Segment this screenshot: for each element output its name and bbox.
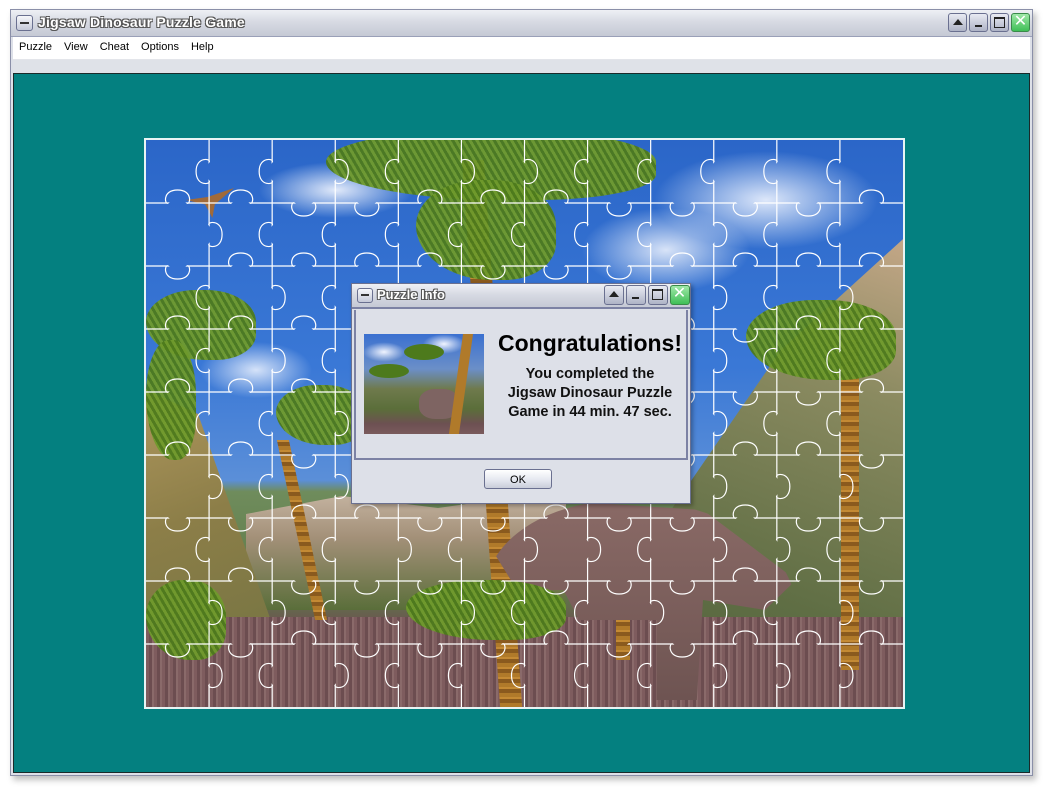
- vertical-cut-line: [826, 140, 854, 707]
- close-button[interactable]: ✕: [1011, 13, 1030, 32]
- menu-view[interactable]: View: [58, 37, 94, 59]
- menu-cheat[interactable]: Cheat: [94, 37, 135, 59]
- ok-button[interactable]: OK: [484, 469, 552, 489]
- window-menu-icon[interactable]: [357, 288, 373, 303]
- rollup-button[interactable]: [948, 13, 967, 32]
- thumb-frond: [369, 364, 409, 378]
- maximize-button[interactable]: [990, 13, 1009, 32]
- vertical-cut-line: [321, 140, 349, 707]
- close-x-icon: ✕: [672, 285, 687, 302]
- message-line: Jigsaw Dinosaur Puzzle: [507, 385, 673, 401]
- puzzle-thumbnail: [364, 334, 484, 434]
- minimize-icon: [975, 25, 982, 27]
- vertical-cut-line: [195, 140, 223, 707]
- menu-bar: Puzzle View Cheat Options Help: [13, 37, 1030, 60]
- maximize-icon: [994, 17, 1005, 28]
- triangle-up-icon: [609, 291, 619, 297]
- dialog-maximize-button[interactable]: [648, 285, 668, 305]
- vertical-cut-line: [258, 140, 286, 707]
- menu-puzzle[interactable]: Puzzle: [13, 37, 58, 59]
- toolbar-strip: [13, 60, 1030, 73]
- thumb-frond: [404, 344, 444, 360]
- dialog-minimize-button[interactable]: [626, 285, 646, 305]
- dialog-title-bar[interactable]: Puzzle Info ✕: [352, 284, 690, 309]
- dialog-close-button[interactable]: ✕: [670, 285, 690, 305]
- menu-options[interactable]: Options: [135, 37, 185, 59]
- message-line: Game in 44 min. 47 sec.: [508, 404, 672, 420]
- message-line: You completed the: [525, 366, 655, 382]
- vertical-cut-line: [763, 140, 791, 707]
- close-x-icon: ✕: [1013, 13, 1028, 30]
- congratulations-heading: Congratulations!: [498, 330, 682, 356]
- dialog-title: Puzzle Info: [377, 287, 445, 302]
- dialog-rollup-button[interactable]: [604, 285, 624, 305]
- window-menu-icon[interactable]: [16, 15, 33, 31]
- dialog-body: Congratulations! You completed the Jigsa…: [354, 310, 688, 460]
- completion-message: You completed the Jigsaw Dinosaur Puzzle…: [490, 365, 690, 422]
- maximize-icon: [652, 289, 663, 300]
- window-title: Jigsaw Dinosaur Puzzle Game: [38, 14, 245, 30]
- puzzle-info-dialog: Puzzle Info ✕ Congratulations! You compl…: [351, 283, 691, 504]
- vertical-cut-line: [700, 140, 728, 707]
- title-bar[interactable]: Jigsaw Dinosaur Puzzle Game ✕: [11, 10, 1032, 37]
- triangle-up-icon: [953, 19, 963, 25]
- minimize-button[interactable]: [969, 13, 988, 32]
- thumb-trunk: [448, 334, 474, 434]
- menu-help[interactable]: Help: [185, 37, 220, 59]
- minimize-icon: [632, 297, 639, 299]
